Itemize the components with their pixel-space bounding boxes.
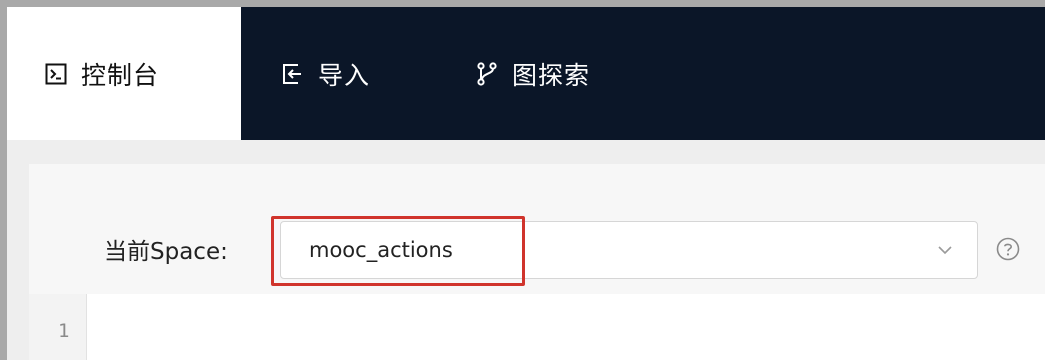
- tab-console-label: 控制台: [81, 60, 160, 90]
- tab-import[interactable]: 导入: [282, 7, 412, 140]
- space-select-value: mooc_actions: [309, 238, 453, 262]
- chevron-down-icon: [937, 242, 953, 262]
- console-panel: 当前Space: mooc_actions 1: [29, 164, 1045, 360]
- space-select[interactable]: mooc_actions: [271, 216, 978, 286]
- line-number: 1: [58, 320, 70, 342]
- console-content: 当前Space: mooc_actions 1: [7, 140, 1045, 360]
- branch-icon: [476, 61, 498, 86]
- tab-import-label: 导入: [318, 60, 371, 90]
- terminal-icon: [45, 63, 67, 85]
- code-input-area[interactable]: [87, 294, 1045, 360]
- tab-graph-explore[interactable]: 图探索: [476, 7, 636, 140]
- tab-console[interactable]: 控制台: [7, 7, 241, 140]
- editor-gutter: 1: [29, 294, 87, 360]
- question-circle-icon[interactable]: [996, 237, 1020, 265]
- tab-graph-explore-label: 图探索: [512, 60, 591, 90]
- current-space-label: 当前Space:: [104, 239, 228, 265]
- query-editor: 1: [29, 294, 1045, 360]
- top-navigation-bar: 控制台 导入 图探索: [7, 7, 1045, 140]
- import-icon: [282, 63, 304, 85]
